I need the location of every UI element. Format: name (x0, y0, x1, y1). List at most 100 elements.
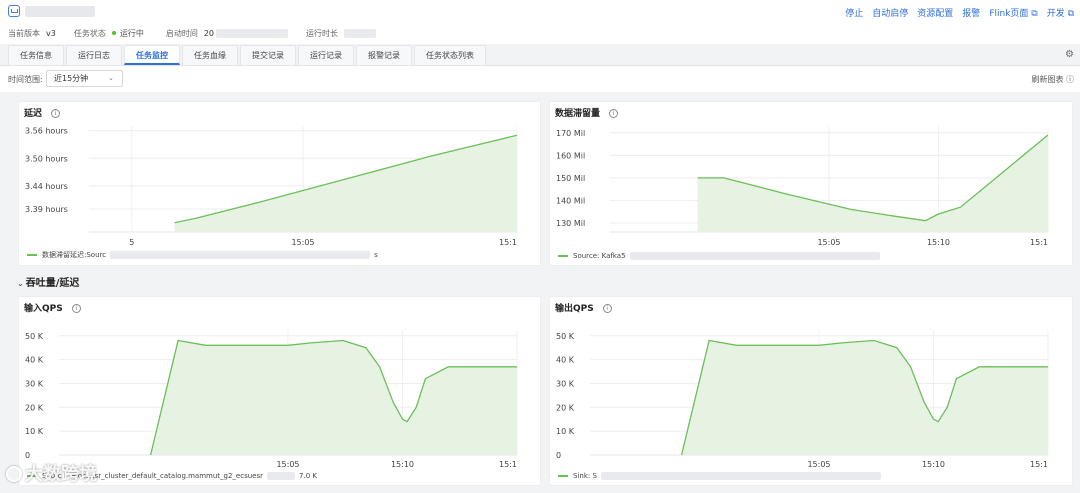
watermark-logo-icon (6, 466, 22, 482)
tab-run-records[interactable]: 运行记录 (298, 45, 354, 65)
x-tick-label: 15:05 (807, 460, 830, 469)
y-tick-label: 40 K (25, 356, 44, 365)
y-tick-label: 170 Mil (556, 129, 585, 138)
stop-button[interactable]: 停止 (845, 6, 863, 19)
status-running-dot (111, 31, 116, 35)
y-tick-label: 0 (25, 451, 30, 460)
x-tick-label: 15:05 (291, 238, 314, 247)
alert-button[interactable]: 报警 (962, 6, 980, 19)
legend-redacted (629, 252, 880, 260)
section-title: 吞吐量/延迟 (25, 278, 80, 289)
duration-redacted (344, 28, 377, 38)
start-time-label: 启动时间 (165, 28, 198, 38)
status-value: 运行中 (119, 28, 144, 38)
legend-redacted (110, 251, 371, 259)
task-header: 当前版本 v3 任务状态 运行中 启动时间 20 运行时长 停止 自动启停 资源… (0, 0, 1080, 44)
watermark-text: 大数跨境 (25, 464, 97, 485)
tab-task-status-list[interactable]: 任务状态列表 (414, 45, 486, 65)
refresh-chart-button[interactable]: 刷新图表 ⓘ (1031, 74, 1074, 85)
output-qps-chart-svg: 50 K 40 K 30 K 20 K 10 K 0 15:05 15:10 15:1 (556, 331, 1049, 469)
y-tick-label: 160 Mil (556, 151, 585, 160)
y-tick-label: 3.44 hours (25, 182, 68, 191)
tab-submit-records[interactable]: 提交记录 (240, 45, 296, 65)
tab-run-log[interactable]: 运行日志 (66, 45, 122, 65)
y-tick-label: 20 K (25, 403, 44, 412)
chart-panel-input-qps: 输入QPS i 50 K 40 K 30 K 20 K 10 K 0 15:05 15:10 15… (18, 296, 541, 486)
version-value: v3 (46, 28, 56, 38)
series-area (681, 340, 1048, 455)
legend-label: Sink: S (573, 472, 597, 480)
input-qps-chart-svg: 50 K 40 K 30 K 20 K 10 K 0 15:05 15:10 15:1 (25, 331, 518, 469)
latency-chart-svg: 3.56 hours 3.50 hours 3.44 hours 3.39 hours… (25, 126, 518, 247)
y-tick-label: 50 K (556, 332, 575, 341)
legend-redacted (267, 472, 296, 480)
x-tick-label: 15:10 (927, 238, 950, 247)
brand-watermark: 大数跨境 (6, 460, 97, 486)
x-tick-label: 15:10 (922, 460, 945, 469)
task-name-redacted (25, 6, 95, 17)
y-tick-label: 150 Mil (556, 174, 585, 183)
start-time-redacted (216, 28, 289, 38)
flink-page-link[interactable]: Flink页面 ⧉ (989, 6, 1037, 19)
task-meta-row: 当前版本 v3 任务状态 运行中 启动时间 20 运行时长 (8, 28, 377, 38)
y-tick-label: 0 (556, 451, 561, 460)
legend-tail: s (374, 251, 378, 259)
x-tick-label: 15:1 (499, 460, 517, 469)
legend-redacted (600, 472, 881, 480)
status-label: 任务状态 (73, 28, 106, 38)
y-tick-label: 3.50 hours (25, 154, 68, 163)
y-tick-label: 130 Mil (556, 219, 585, 228)
chart-panel-output-qps: 输出QPS i 50 K 40 K 30 K 20 K 10 K 0 15:05 15:10 15… (549, 296, 1073, 486)
y-tick-label: 140 Mil (556, 196, 585, 205)
legend-swatch (558, 255, 568, 257)
x-tick-label: 15:10 (391, 460, 414, 469)
chart-legend[interactable]: Source: Kafka5 (558, 252, 880, 260)
y-tick-label: 10 K (556, 427, 575, 436)
start-time-value: 20 (203, 28, 215, 38)
time-range-select[interactable]: 近15分钟 ⌄ (46, 70, 123, 87)
chart-legend[interactable]: Sink: S (558, 472, 881, 480)
legend-swatch (27, 254, 37, 256)
x-tick-label: 15:1 (1030, 460, 1048, 469)
y-tick-label: 30 K (25, 379, 44, 388)
series-area (174, 135, 517, 232)
x-tick-label: 15:1 (499, 238, 517, 247)
auto-restart-button[interactable]: 自动启停 (872, 6, 908, 19)
backlog-chart-svg: 170 Mil 160 Mil 150 Mil 140 Mil 130 Mil 15:05… (556, 126, 1049, 247)
develop-link[interactable]: 开发 ⧉ (1047, 6, 1074, 19)
x-tick-label: 5 (129, 238, 134, 247)
y-tick-label: 3.56 hours (25, 127, 68, 136)
section-throughput-latency[interactable]: ⌄ 吞吐量/延迟 (17, 274, 79, 289)
y-tick-label: 50 K (25, 332, 44, 341)
time-range-value: 近15分钟 (54, 74, 89, 83)
y-tick-label: 40 K (556, 356, 575, 365)
chart-legend[interactable]: 数据滞留延迟:Sourc s (27, 250, 378, 260)
version-label: 当前版本 (8, 28, 40, 38)
x-tick-label: 15:1 (1030, 238, 1048, 247)
legend-source-name: ecosuesr_cluster_default_catalog.mammut_… (69, 472, 264, 480)
gear-icon[interactable]: ⚙ (1065, 50, 1075, 60)
y-tick-label: 3.39 hours (25, 205, 68, 214)
tab-task-info[interactable]: 任务信息 (8, 45, 64, 65)
x-tick-label: 15:05 (817, 238, 840, 247)
x-tick-label: 15:05 (276, 460, 299, 469)
tab-lineage[interactable]: 任务血缘 (182, 45, 238, 65)
legend-swatch (558, 475, 568, 477)
tab-monitoring[interactable]: 任务监控 (124, 45, 180, 65)
y-tick-label: 20 K (556, 403, 575, 412)
resource-config-button[interactable]: 资源配置 (917, 6, 953, 19)
chart-panel-backlog: 数据滞留量 i 170 Mil 160 Mil 150 Mil 140 Mil 130 M… (549, 101, 1073, 266)
chart-panel-latency: 延迟 i 3.56 hours 3.50 hours 3.44 hours 3.39 h… (18, 101, 541, 266)
app-logo-icon (8, 5, 20, 17)
series-area (697, 135, 1048, 232)
duration-label: 运行时长 (306, 28, 339, 38)
chevron-down-icon: ⌄ (17, 279, 24, 288)
chevron-down-icon: ⌄ (108, 74, 114, 82)
tab-alert-records[interactable]: 报警记录 (356, 45, 412, 65)
legend-label: Source: Kafka5 (573, 252, 626, 260)
series-area (150, 340, 517, 455)
filter-bar: 时间范围: 近15分钟 ⌄ 刷新图表 ⓘ (0, 66, 1080, 92)
legend-tail: 7.0 K (299, 472, 317, 480)
y-tick-label: 10 K (25, 427, 44, 436)
task-actions: 停止 自动启停 资源配置 报警 Flink页面 ⧉ 开发 ⧉ (845, 6, 1074, 19)
